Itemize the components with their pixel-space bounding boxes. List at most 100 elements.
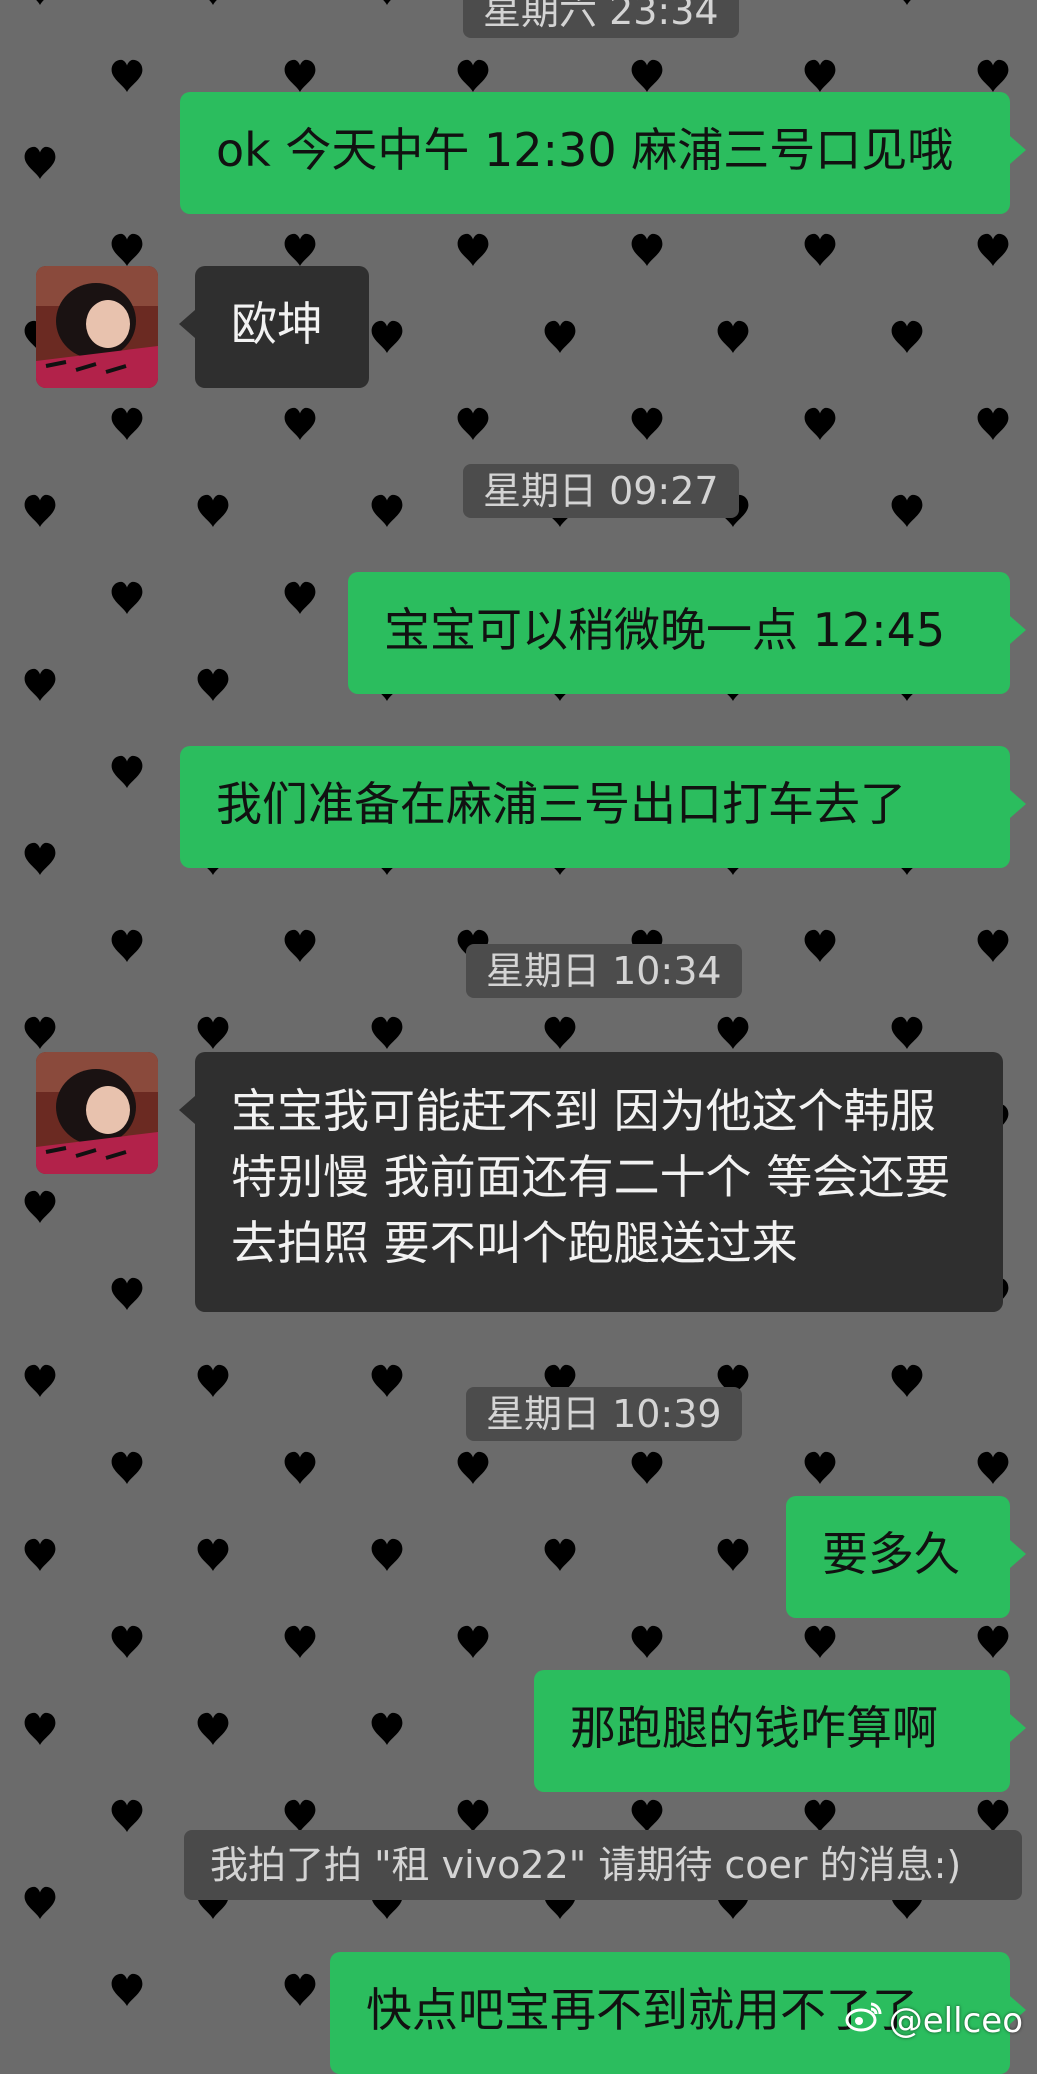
heart-icon: [631, 1451, 663, 1484]
heart-icon: [977, 233, 1009, 266]
heart-icon: [197, 1538, 229, 1571]
heart-icon: [284, 59, 316, 92]
heart-icon: [24, 842, 56, 875]
heart-icon: [891, 1364, 923, 1397]
heart-icon: [24, 1886, 56, 1919]
heart-icon: [197, 1016, 229, 1049]
heart-icon: [977, 59, 1009, 92]
heart-icon: [457, 1451, 489, 1484]
heart-icon: [804, 1451, 836, 1484]
heart-icon: [717, 1538, 749, 1571]
heart-icon: [371, 320, 403, 353]
timestamp: 星期日 09:27: [463, 464, 739, 518]
avatar-photo-icon: [36, 266, 158, 388]
heart-icon: [457, 233, 489, 266]
outgoing-message[interactable]: ok 今天中午 12:30 麻浦三号口见哦: [180, 92, 1026, 214]
heart-icon: [111, 581, 143, 614]
heart-icon: [197, 668, 229, 701]
heart-icon: [197, 1712, 229, 1745]
heart-icon: [804, 1799, 836, 1832]
weibo-icon: [845, 2000, 883, 2041]
heart-icon: [111, 1451, 143, 1484]
pat-system-message: 我拍了拍 "租 vivo22" 请期待 coer 的消息:): [184, 1830, 1022, 1900]
heart-icon: [197, 494, 229, 527]
heart-icon: [371, 0, 403, 5]
heart-icon: [631, 59, 663, 92]
outgoing-message[interactable]: 宝宝可以稍微晚一点 12:45: [348, 572, 1026, 694]
incoming-message[interactable]: 宝宝我可能赶不到 因为他这个韩服特别慢 我前面还有二十个 等会还要去拍照 要不叫…: [179, 1052, 1003, 1312]
heart-icon: [891, 320, 923, 353]
heart-icon: [284, 1451, 316, 1484]
heart-icon: [111, 1277, 143, 1310]
heart-icon: [24, 1538, 56, 1571]
watermark: @ellceo: [845, 2000, 1023, 2041]
heart-icon: [977, 407, 1009, 440]
heart-icon: [977, 1799, 1009, 1832]
timestamp: 星期日 10:34: [466, 944, 742, 998]
heart-icon: [284, 929, 316, 962]
heart-icon: [457, 1799, 489, 1832]
heart-icon: [284, 581, 316, 614]
heart-icon: [544, 320, 576, 353]
heart-icon: [891, 1016, 923, 1049]
heart-icon: [24, 1364, 56, 1397]
heart-icon: [24, 0, 56, 5]
outgoing-message[interactable]: 要多久: [786, 1496, 1026, 1618]
heart-icon: [111, 1973, 143, 2006]
heart-icon: [631, 407, 663, 440]
outgoing-message[interactable]: 我们准备在麻浦三号出口打车去了: [180, 746, 1026, 868]
heart-icon: [284, 1799, 316, 1832]
heart-icon: [371, 1538, 403, 1571]
heart-icon: [804, 233, 836, 266]
heart-icon: [24, 1712, 56, 1745]
heart-icon: [24, 1016, 56, 1049]
heart-icon: [804, 1625, 836, 1658]
heart-icon: [804, 407, 836, 440]
heart-icon: [891, 0, 923, 5]
heart-icon: [111, 233, 143, 266]
heart-icon: [371, 1364, 403, 1397]
heart-icon: [717, 320, 749, 353]
heart-icon: [111, 755, 143, 788]
heart-icon: [804, 59, 836, 92]
heart-icon: [631, 1799, 663, 1832]
avatar-photo-icon: [36, 1052, 158, 1174]
heart-icon: [284, 233, 316, 266]
heart-icon: [24, 1190, 56, 1223]
avatar[interactable]: [36, 1052, 158, 1174]
heart-icon: [284, 1973, 316, 2006]
heart-icon: [197, 1364, 229, 1397]
timestamp: 星期日 10:39: [466, 1387, 742, 1441]
heart-icon: [197, 0, 229, 5]
heart-icon: [631, 1625, 663, 1658]
heart-icon: [284, 407, 316, 440]
heart-icon: [371, 494, 403, 527]
heart-icon: [457, 1625, 489, 1658]
heart-icon: [111, 407, 143, 440]
avatar[interactable]: [36, 266, 158, 388]
heart-icon: [284, 1625, 316, 1658]
heart-icon: [111, 1799, 143, 1832]
heart-icon: [804, 929, 836, 962]
heart-icon: [111, 1625, 143, 1658]
heart-icon: [371, 1016, 403, 1049]
heart-icon: [371, 1712, 403, 1745]
incoming-message[interactable]: 欧坤: [179, 266, 369, 388]
heart-icon: [717, 1016, 749, 1049]
watermark-handle: @ellceo: [888, 2000, 1023, 2041]
heart-icon: [111, 929, 143, 962]
heart-icon: [24, 494, 56, 527]
heart-icon: [977, 1451, 1009, 1484]
heart-icon: [457, 407, 489, 440]
heart-icon: [544, 1538, 576, 1571]
heart-icon: [111, 59, 143, 92]
heart-icon: [457, 59, 489, 92]
timestamp: 星期六 23:34: [463, 0, 739, 38]
outgoing-message[interactable]: 那跑腿的钱咋算啊: [534, 1670, 1026, 1792]
heart-icon: [631, 233, 663, 266]
heart-icon: [891, 494, 923, 527]
heart-icon: [977, 1625, 1009, 1658]
heart-icon: [544, 1016, 576, 1049]
heart-icon: [24, 668, 56, 701]
heart-icon: [24, 146, 56, 179]
